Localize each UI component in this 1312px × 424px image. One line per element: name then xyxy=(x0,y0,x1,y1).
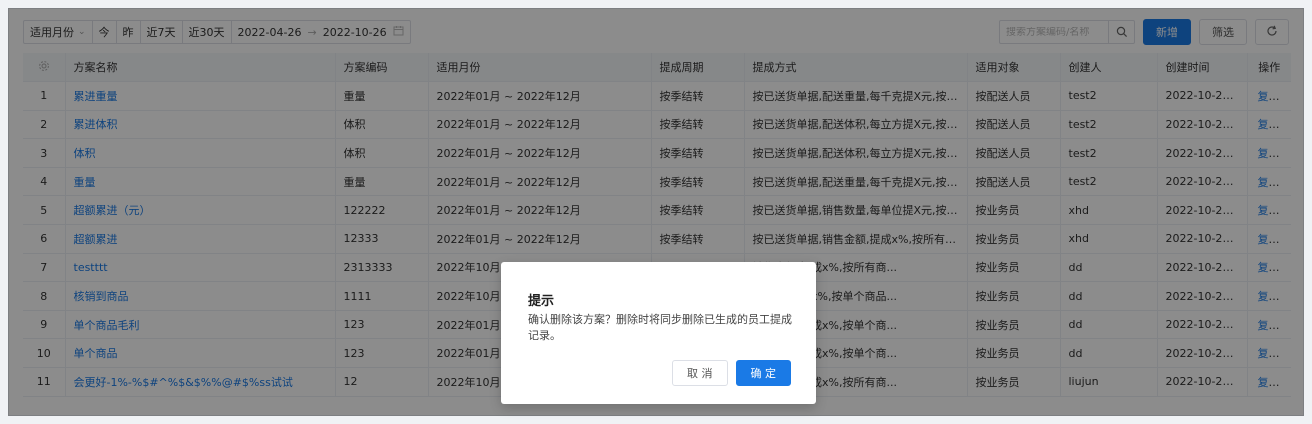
dialog-title: 提示 xyxy=(528,294,555,309)
dialog-actions: 取 消 确 定 xyxy=(672,360,791,386)
dialog-message: 确认删除该方案？删除时将同步删除已生成的员工提成记录。 xyxy=(528,313,792,342)
confirm-dialog: 提示 确认删除该方案？删除时将同步删除已生成的员工提成记录。 取 消 确 定 xyxy=(501,262,816,404)
confirm-button[interactable]: 确 定 xyxy=(735,360,791,386)
cancel-button[interactable]: 取 消 xyxy=(672,360,728,386)
